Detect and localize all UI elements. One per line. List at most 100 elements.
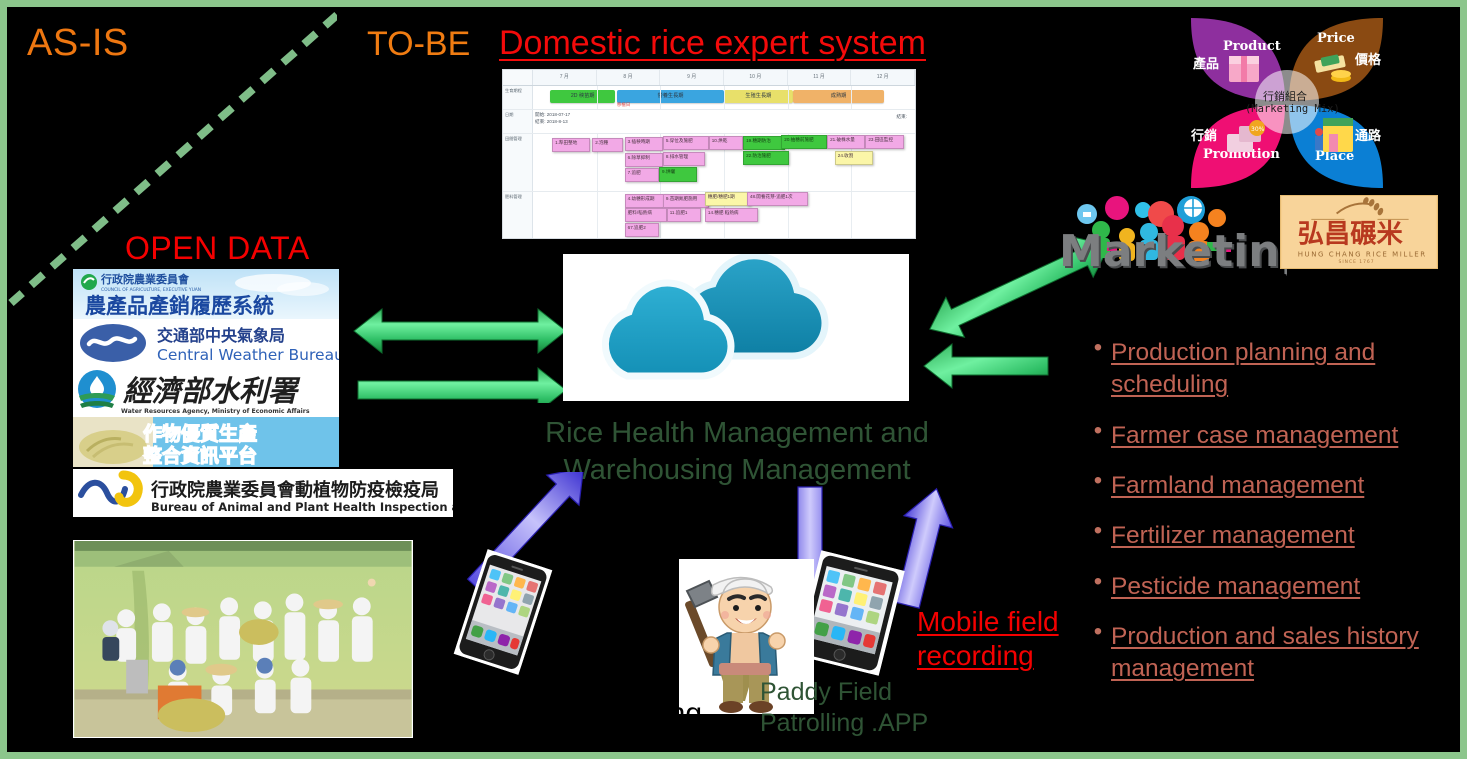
svg-text:Central Weather Bureau: Central Weather Bureau bbox=[157, 346, 339, 364]
logo-central-weather-bureau[interactable]: 交通部中央氣象局 Central Weather Bureau bbox=[73, 319, 339, 367]
svg-text:產品: 產品 bbox=[1192, 56, 1219, 72]
list-item[interactable]: • Farmland management bbox=[1085, 466, 1465, 502]
bullet-dot-icon: • bbox=[1093, 567, 1103, 595]
gantt-task-card[interactable]: 21.破株水量 bbox=[827, 135, 866, 149]
gantt-month-cell: 8 月 bbox=[597, 70, 661, 85]
svg-text:農產品產銷履歷系統: 農產品產銷履歷系統 bbox=[85, 294, 274, 318]
svg-text:Bureau of Animal and Plant Hea: Bureau of Animal and Plant Health Inspec… bbox=[151, 500, 453, 514]
list-item-label: Farmland management bbox=[1111, 471, 1365, 499]
gantt-row-label: 田間管理 bbox=[503, 134, 533, 191]
svg-text:價格: 價格 bbox=[1354, 52, 1382, 68]
logo-council-of-agriculture[interactable]: 行政院農業委員會 COUNCIL OF AGRICULTURE, EXECUTI… bbox=[73, 269, 339, 319]
feature-list: • Production planning and scheduling • F… bbox=[1085, 334, 1465, 704]
gantt-fertilizer-row: 肥料管理 4.幼穗形成期 9.苗期氮肥施用 穗肥/穗肥1期 48.開養花芽-追肥1次肥… bbox=[503, 192, 915, 238]
gantt-task-card[interactable]: 2.泡種 bbox=[592, 138, 623, 152]
svg-text:Product: Product bbox=[1223, 39, 1281, 54]
paddy-app-caption: Paddy Field Patrolling .APP bbox=[760, 677, 990, 739]
paddy-app-caption-line1: Paddy Field bbox=[760, 678, 893, 706]
gantt-task-card[interactable]: 1.犁田整地 bbox=[552, 138, 591, 152]
gantt-phase-bar[interactable]: 生殖生長期 bbox=[724, 90, 793, 103]
mix-center-en: (Marketing Mix) bbox=[1245, 103, 1340, 115]
svg-text:行政院農業委員會: 行政院農業委員會 bbox=[100, 272, 190, 286]
gantt-task-card[interactable]: 6.除草抑制 bbox=[624, 153, 663, 167]
logo-baphiq[interactable]: 行政院農業委員會動植物防疫檢疫局 Bureau of Animal and Pl… bbox=[73, 469, 453, 517]
logo-water-resources-agency[interactable]: 經濟部水利署 Water Resources Agency, Ministry … bbox=[73, 367, 339, 417]
gantt-date-range: 開始: 2018-07-17 結束: 2018-8-13 bbox=[535, 112, 570, 126]
gantt-month-cell: 9 月 bbox=[660, 70, 725, 85]
gantt-task-card[interactable]: 20.抽穗前施肥 bbox=[781, 135, 828, 149]
list-item-label: Production planning and scheduling bbox=[1111, 339, 1376, 399]
svg-text:Marketing: Marketing bbox=[1059, 226, 1287, 277]
gantt-transplant-note: 移植日 bbox=[617, 102, 631, 107]
gantt-row-label: 日期 bbox=[503, 110, 533, 133]
gantt-gridline bbox=[787, 86, 789, 109]
gantt-task-card[interactable]: 肥料/稻熱病 bbox=[624, 208, 667, 222]
gantt-task-card[interactable]: 22.防治施肥 bbox=[743, 151, 789, 165]
gantt-chart-screenshot[interactable]: 7 月 8 月 9 月 10 月 11 月 12 月 生育期程 2D 秧苗期 營養… bbox=[502, 69, 916, 239]
gantt-task-card[interactable]: 9.苗期氮肥施用 bbox=[662, 194, 709, 208]
gantt-task-card[interactable]: 48.開養花芽-追肥1次 bbox=[746, 192, 809, 206]
to-be-label: TO-BE bbox=[367, 25, 471, 63]
gantt-task-card[interactable]: 3.插秧時期 bbox=[624, 137, 663, 151]
logo-crop-quality-platform[interactable]: 作物優質生產 整合資訊平台 bbox=[73, 417, 339, 467]
paddy-app-caption-line2: Patrolling .APP bbox=[760, 709, 929, 737]
farmers-group-photo bbox=[73, 540, 413, 738]
gantt-card-track-b: 4.幼穗形成期 9.苗期氮肥施用 穗肥/穗肥1期 48.開養花芽-追肥1次肥料/稻熱病… bbox=[533, 192, 915, 238]
gantt-task-card[interactable]: 4.幼穗形成期 bbox=[624, 194, 667, 208]
gantt-task-card[interactable]: 14.穗肥 稻熱病 bbox=[704, 208, 759, 222]
list-item[interactable]: • Pesticide management bbox=[1085, 567, 1465, 603]
svg-text:30%: 30% bbox=[1251, 126, 1265, 133]
gantt-header-row: 7 月 8 月 9 月 10 月 11 月 12 月 bbox=[503, 70, 915, 86]
svg-text:交通部中央氣象局: 交通部中央氣象局 bbox=[157, 326, 285, 345]
list-item-label: Pesticide management bbox=[1111, 572, 1361, 600]
gantt-task-card[interactable]: 8.排水管理 bbox=[662, 152, 705, 166]
gantt-task-card[interactable]: 67.追肥2 bbox=[624, 223, 660, 237]
mobile-recording-line1: Mobile field bbox=[917, 606, 1059, 637]
bullet-dot-icon: • bbox=[1093, 416, 1103, 444]
gantt-month-cell: 11 月 bbox=[788, 70, 852, 85]
gantt-date-start: 開始: 2018-07-17 bbox=[535, 112, 571, 117]
gantt-gridline bbox=[596, 86, 598, 109]
arrow-opendata-cloud-bidirectional bbox=[353, 307, 567, 403]
bullet-dot-icon: • bbox=[1093, 517, 1103, 545]
as-is-label: AS-IS bbox=[27, 22, 129, 64]
svg-text:作物優質生產: 作物優質生產 bbox=[143, 422, 257, 445]
svg-text:Price: Price bbox=[1317, 31, 1355, 46]
diagram-canvas: AS-IS TO-BE Domestic rice expert system … bbox=[0, 0, 1467, 759]
svg-text:行政院農業委員會動植物防疫檢疫局: 行政院農業委員會動植物防疫檢疫局 bbox=[150, 479, 439, 501]
gantt-phase-bar[interactable]: 2D 秧苗期 bbox=[550, 90, 616, 103]
gantt-task-card[interactable]: 10.烘乾 bbox=[708, 136, 744, 150]
bullet-dot-icon: • bbox=[1093, 334, 1103, 361]
cloud-caption-line2: Warehousing Management bbox=[563, 454, 911, 487]
gantt-task-card[interactable]: 11.追肥1 bbox=[666, 208, 702, 222]
smartphone-left-icon bbox=[453, 549, 553, 675]
gantt-task-card[interactable]: 24.收割 bbox=[834, 151, 873, 165]
list-item[interactable]: • Production and sales history managemen… bbox=[1085, 620, 1465, 686]
marketing-mix-diagram: 行銷組合 (Marketing Mix) Product 產品 Price 價格… bbox=[1167, 12, 1407, 190]
gantt-row-label: 肥料管理 bbox=[503, 192, 533, 238]
gantt-task-card[interactable]: 19.穗期防治 bbox=[743, 136, 786, 150]
list-item-label: Farmer case management bbox=[1111, 421, 1399, 449]
logo-hung-chang-rice-miller[interactable]: 弘昌碾米 HUNG CHANG RICE MILLER SINCE 1767 bbox=[1280, 195, 1438, 269]
gantt-phase-bar[interactable]: 營養生長期 bbox=[617, 90, 724, 103]
cloud-caption-line1: Rice Health Management and bbox=[545, 417, 929, 449]
gantt-task-card[interactable]: 23.田區監控 bbox=[865, 135, 904, 149]
list-item[interactable]: • Farmer case management bbox=[1085, 416, 1465, 452]
gantt-task-card[interactable]: 5.穿位及施肥 bbox=[662, 136, 709, 150]
gantt-task-card[interactable]: 穗肥/穗肥1期 bbox=[704, 192, 751, 206]
svg-text:HUNG CHANG RICE MILLER: HUNG CHANG RICE MILLER bbox=[1298, 250, 1427, 258]
gantt-gridline bbox=[851, 86, 853, 109]
svg-text:Water Resources Agency, Minist: Water Resources Agency, Ministry of Econ… bbox=[121, 408, 310, 415]
open-data-label: OPEN DATA bbox=[125, 230, 310, 266]
gantt-task-card[interactable]: 9.烘曬 bbox=[659, 167, 698, 182]
gantt-date-row: 日期 開始: 2018-07-17 結束: 2018-8-13 結束: bbox=[503, 110, 915, 134]
gantt-card-track-a: 1.犁田整地 2.泡種 3.插秧時期 5.穿位及施肥 10.烘乾 6.除草抑制 8.排水管理… bbox=[533, 134, 915, 191]
gantt-phase-bar[interactable]: 成熟期 bbox=[792, 90, 885, 103]
partial-occluded-text: ing bbox=[662, 697, 703, 730]
gantt-task-card[interactable]: 7.追肥 bbox=[624, 168, 660, 182]
gantt-corner-cell bbox=[503, 70, 533, 85]
gantt-phase-track: 2D 秧苗期 營養生長期 生殖生長期 成熟期移植日 bbox=[533, 86, 915, 109]
list-item[interactable]: • Fertilizer management bbox=[1085, 517, 1465, 552]
bullet-dot-icon: • bbox=[1093, 466, 1103, 494]
list-item[interactable]: • Production planning and scheduling bbox=[1085, 334, 1465, 402]
